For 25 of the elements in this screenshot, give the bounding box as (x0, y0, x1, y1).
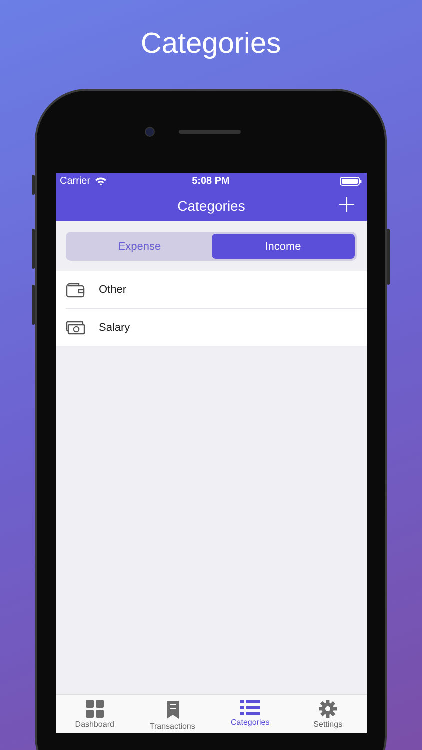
grid-icon (86, 700, 104, 718)
tab-bar-item[interactable]: Settings (289, 695, 367, 733)
status-time: 5:08 PM (192, 176, 230, 187)
wallet-icon (66, 282, 86, 298)
carrier-label: Carrier (60, 176, 91, 187)
page-headline: Categories (140, 28, 282, 61)
settings-icon (319, 700, 338, 718)
battery-icon (340, 177, 362, 186)
add-button[interactable]: + (336, 192, 357, 216)
category-name: Salary (99, 322, 130, 334)
segment-tab[interactable]: Income (212, 234, 355, 259)
category-name: Other (99, 284, 127, 296)
wifi-icon (94, 177, 107, 186)
speaker-grille (179, 130, 241, 134)
tab-bar-item[interactable]: Categories (212, 695, 290, 733)
category-row[interactable]: Other (66, 271, 367, 309)
tab-bar-item[interactable]: Dashboard (56, 695, 134, 733)
list-icon (240, 700, 260, 716)
banknote-icon (66, 320, 86, 336)
tab-bar-item[interactable]: Transactions (134, 695, 212, 733)
category-row[interactable]: Salary (66, 309, 367, 346)
receipt-icon (166, 700, 180, 720)
camera-icon (145, 127, 155, 137)
screen-title: Categories (178, 198, 246, 214)
segment-tab[interactable]: Expense (68, 234, 212, 259)
